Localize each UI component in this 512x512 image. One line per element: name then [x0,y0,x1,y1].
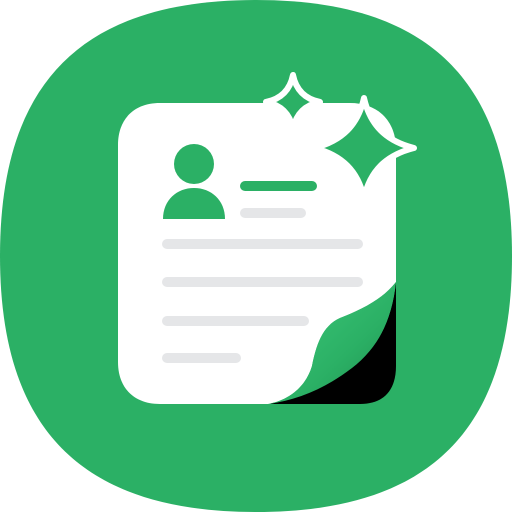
text-line [162,239,363,249]
name-line [240,181,317,191]
text-line [162,353,241,363]
app-icon-graphic [0,0,512,512]
app-icon [0,0,512,512]
text-line [162,316,309,326]
subtitle-line [240,208,306,218]
text-line [162,277,363,287]
